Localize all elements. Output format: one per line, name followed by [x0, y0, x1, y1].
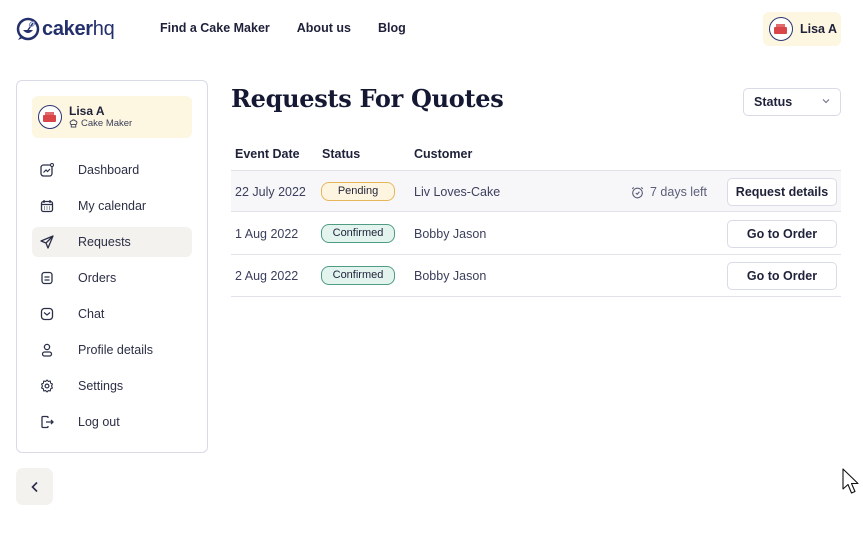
status-badge: Pending	[321, 182, 395, 201]
request-details-button[interactable]: Request details	[727, 178, 837, 206]
mouse-cursor-icon	[842, 468, 862, 503]
send-icon	[40, 235, 54, 249]
nav-link-about-us[interactable]: About us	[297, 21, 351, 35]
alarm-clock-icon	[631, 186, 644, 198]
cake-icon	[43, 112, 56, 122]
user-menu-button[interactable]: Lisa A	[763, 12, 841, 46]
customer-name: Bobby Jason	[414, 269, 487, 283]
event-date: 22 July 2022	[235, 185, 306, 199]
main-nav: Find a Cake Maker About us Blog	[160, 21, 433, 35]
cakerhq-logo[interactable]: cakerhq	[16, 16, 115, 42]
sidebar-item-profile-details[interactable]: Profile details	[32, 335, 192, 365]
chat-icon	[40, 307, 54, 321]
page-title: Requests For Quotes	[231, 84, 504, 113]
event-date: 1 Aug 2022	[235, 227, 299, 241]
chevron-left-icon	[30, 481, 38, 492]
chevron-down-icon	[822, 99, 830, 104]
customer-name: Liv Loves-Cake	[414, 185, 501, 199]
collapse-sidebar-button[interactable]	[16, 468, 53, 505]
user-name: Lisa A	[800, 22, 838, 36]
status-badge: Confirmed	[321, 224, 395, 243]
top-navigation-bar: cakerhq Find a Cake Maker About us Blog …	[0, 0, 863, 60]
customer-name: Bobby Jason	[414, 227, 487, 241]
document-icon	[40, 271, 54, 285]
table-header: Event Date Status Customer	[231, 142, 841, 170]
time-left: 7 days left	[631, 185, 707, 199]
avatar	[769, 17, 793, 41]
profile-card: Lisa A Cake Maker	[32, 96, 192, 138]
sidebar-item-orders[interactable]: Orders	[32, 263, 192, 293]
event-date: 2 Aug 2022	[235, 269, 299, 283]
status-filter-select[interactable]: Status	[743, 88, 841, 116]
table-row[interactable]: 2 Aug 2022 Confirmed Bobby Jason Go to O…	[231, 255, 841, 297]
sidebar-item-dashboard[interactable]: Dashboard	[32, 155, 192, 185]
column-header-customer[interactable]: Customer	[414, 147, 472, 161]
dashboard-chart-icon	[40, 163, 54, 177]
sidebar-item-settings[interactable]: Settings	[32, 371, 192, 401]
profile-name: Lisa A	[69, 104, 105, 118]
user-icon	[40, 343, 54, 357]
logout-icon	[40, 415, 54, 429]
nav-link-blog[interactable]: Blog	[378, 21, 406, 35]
sidebar: Lisa A Cake Maker Dashboard My calendar …	[16, 80, 208, 453]
column-header-status[interactable]: Status	[322, 147, 360, 161]
whisk-chat-logo-icon	[16, 17, 40, 41]
cake-icon	[774, 24, 787, 34]
calendar-icon	[40, 199, 54, 213]
table-row[interactable]: 1 Aug 2022 Confirmed Bobby Jason Go to O…	[231, 213, 841, 255]
go-to-order-button[interactable]: Go to Order	[727, 220, 837, 248]
column-header-event-date[interactable]: Event Date	[235, 147, 300, 161]
sidebar-item-requests[interactable]: Requests	[32, 227, 192, 257]
logo-wordmark: cakerhq	[42, 18, 115, 40]
sidebar-item-chat[interactable]: Chat	[32, 299, 192, 329]
requests-table: Event Date Status Customer 22 July 2022 …	[231, 142, 841, 297]
nav-link-find-cake-maker[interactable]: Find a Cake Maker	[160, 21, 270, 35]
gear-icon	[40, 379, 54, 393]
status-filter-value: Status	[754, 95, 793, 109]
sidebar-menu: Dashboard My calendar Requests Orders Ch…	[32, 155, 192, 443]
table-row[interactable]: 22 July 2022 Pending Liv Loves-Cake 7 da…	[231, 170, 841, 212]
status-badge: Confirmed	[321, 266, 395, 285]
sidebar-item-log-out[interactable]: Log out	[32, 407, 192, 437]
chef-hat-icon	[69, 119, 78, 128]
profile-role: Cake Maker	[69, 118, 132, 129]
avatar	[38, 105, 62, 129]
sidebar-item-my-calendar[interactable]: My calendar	[32, 191, 192, 221]
go-to-order-button[interactable]: Go to Order	[727, 262, 837, 290]
